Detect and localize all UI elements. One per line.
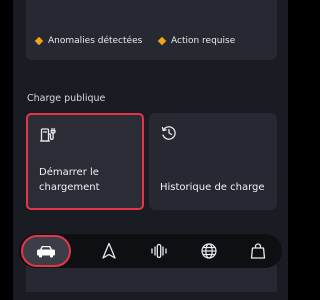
charge-history-button[interactable]: Historique de charge bbox=[149, 113, 277, 210]
warning-diamond-icon bbox=[34, 36, 44, 46]
car-icon bbox=[36, 244, 56, 258]
warning-diamond-icon bbox=[157, 36, 167, 46]
history-icon bbox=[160, 124, 178, 142]
navigation-icon bbox=[101, 242, 117, 260]
status-card-anomalies[interactable]: Anomalies détectées bbox=[26, 0, 156, 60]
nav-item-vehicle[interactable] bbox=[21, 235, 71, 267]
app-screen: Anomalies détectées Action requise Charg… bbox=[13, 0, 288, 300]
nav-item-navigation[interactable] bbox=[94, 236, 124, 266]
bottom-navigation bbox=[19, 234, 282, 268]
ev-charger-icon bbox=[39, 126, 57, 144]
status-row: Action requise bbox=[157, 36, 236, 46]
section-title: Charge publique bbox=[27, 93, 106, 104]
nav-item-shop[interactable] bbox=[243, 236, 273, 266]
voice-icon bbox=[150, 243, 168, 259]
shopping-bag-icon bbox=[250, 242, 266, 260]
globe-icon bbox=[200, 242, 218, 260]
status-row: Anomalies détectées bbox=[34, 36, 143, 46]
start-charging-button[interactable]: Démarrer le chargement bbox=[26, 113, 144, 210]
nav-item-voice[interactable] bbox=[144, 236, 174, 266]
start-charging-label: Démarrer le chargement bbox=[39, 167, 100, 193]
status-label: Action requise bbox=[171, 36, 236, 46]
nav-item-globe[interactable] bbox=[194, 236, 224, 266]
status-card-action[interactable]: Action requise bbox=[149, 0, 277, 60]
status-label: Anomalies détectées bbox=[48, 36, 143, 46]
charge-history-label: Historique de charge bbox=[160, 182, 265, 193]
